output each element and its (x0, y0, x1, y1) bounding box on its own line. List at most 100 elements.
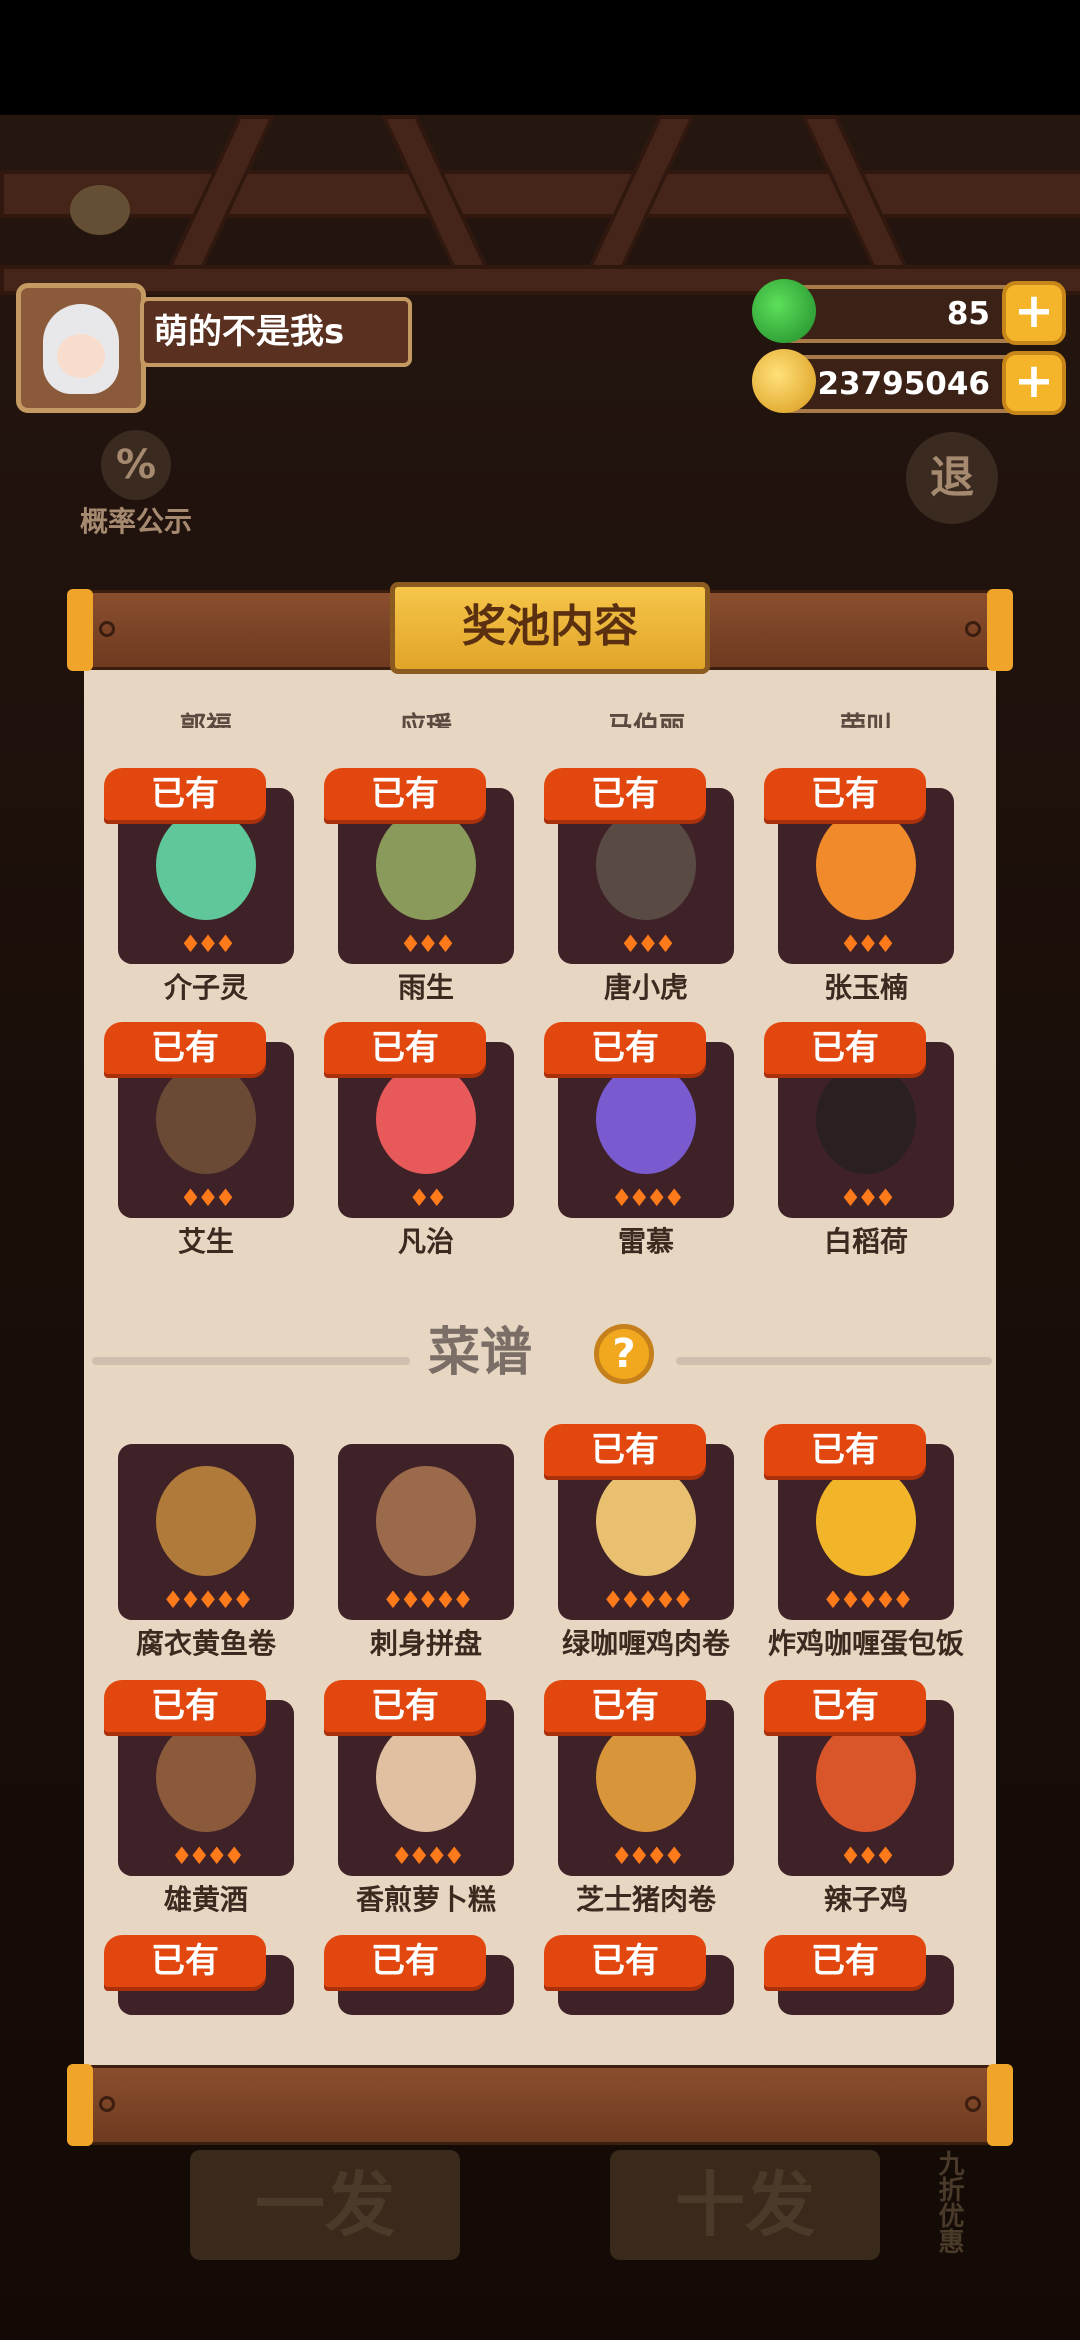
character-name: 白稻荷 (823, 1225, 908, 1258)
character-portrait (156, 810, 256, 920)
owned-badge: 已有 (324, 1680, 486, 1732)
recipe-portrait (816, 1722, 916, 1832)
recipe-portrait (156, 1466, 256, 1576)
character-cell[interactable]: ♦♦♦ 已有 张玉楠 (764, 768, 954, 1008)
flame-rating: ♦♦♦ (839, 930, 897, 958)
owned-badge: 已有 (324, 768, 486, 820)
character-portrait (816, 810, 916, 920)
cut-label: 应瑗 (399, 712, 452, 728)
flame-rating: ♦♦♦ (839, 1842, 897, 1870)
recipe-name: 腐衣黄鱼卷 (135, 1627, 276, 1660)
owned-badge: 已有 (544, 768, 706, 820)
owned-badge: 已有 (764, 1424, 926, 1476)
character-name: 雨生 (397, 971, 454, 1004)
cut-label-cell: 应瑗 (338, 712, 514, 736)
character-name: 凡治 (397, 1225, 454, 1258)
recipe-name: 芝士猪肉卷 (575, 1883, 716, 1916)
add-gems-button[interactable]: + (1002, 281, 1066, 345)
character-name: 唐小虎 (603, 971, 688, 1004)
gem-counter: 85 + (752, 279, 1066, 345)
character-portrait (816, 1064, 916, 1174)
owned-badge: 已有 (324, 1022, 486, 1074)
flame-rating: ♦♦♦♦♦ (822, 1586, 914, 1614)
character-cell[interactable]: ♦♦♦ 已有 介子灵 (104, 768, 294, 1008)
gem-icon (752, 279, 816, 343)
cut-label: 马伯丽 (606, 712, 685, 728)
character-portrait (376, 810, 476, 920)
owned-badge: 已有 (104, 1935, 266, 1987)
flame-rating: ♦♦♦♦ (170, 1842, 245, 1870)
recipe-cell[interactable]: ♦♦♦♦♦ 腐衣黄鱼卷 (118, 1424, 294, 1664)
flame-rating: ♦♦♦ (399, 930, 457, 958)
recipe-cell-partial[interactable]: 已有 (324, 1935, 514, 2015)
owned-badge: 已有 (544, 1424, 706, 1476)
flame-rating: ♦♦♦♦♦ (382, 1586, 474, 1614)
recipe-portrait (596, 1466, 696, 1576)
flame-rating: ♦♦♦♦♦ (162, 1586, 254, 1614)
owned-badge: 已有 (764, 1935, 926, 1987)
owned-badge: 已有 (544, 1680, 706, 1732)
recipe-portrait (376, 1722, 476, 1832)
recipe-name: 香煎萝卜糕 (355, 1883, 496, 1916)
recipe-section-title: 菜谱 (427, 1323, 532, 1383)
coin-icon (752, 349, 816, 413)
percent-icon: % (101, 430, 171, 500)
character-cell[interactable]: ♦♦♦ 已有唐小虎 (544, 768, 734, 1008)
recipe-cell[interactable]: ♦♦♦ 已有 辣子鸡 (764, 1680, 954, 1920)
flame-rating: ♦♦♦ (179, 1184, 237, 1212)
cut-label: 荣叫 (839, 712, 892, 728)
flame-rating: ♦♦ (408, 1184, 447, 1212)
recipe-name: 绿咖喱鸡肉卷 (561, 1627, 730, 1660)
player-name: 萌的不是我s (140, 297, 412, 367)
recipe-name: 雄黄酒 (163, 1883, 248, 1916)
panel-title: 奖池内容 (390, 582, 710, 674)
recipe-help-button[interactable]: ? (594, 1324, 654, 1384)
recipe-cell-partial[interactable]: 已有 (544, 1935, 734, 2015)
add-coins-button[interactable]: + (1002, 351, 1066, 415)
character-portrait (596, 810, 696, 920)
gem-amount: 85 (946, 296, 990, 332)
coin-amount: 23795046 (817, 366, 990, 402)
recipe-name: 刺身拼盘 (369, 1627, 482, 1660)
owned-badge: 已有 (544, 1022, 706, 1074)
flame-rating: ♦♦♦ (619, 930, 677, 958)
discount-tag: 九折优惠 (934, 2150, 964, 2254)
recipe-cell[interactable]: ♦♦♦♦♦ 已有 绿咖喱鸡肉卷 (544, 1424, 734, 1664)
cut-label-cell: 马伯丽 (558, 712, 734, 736)
prize-pool-panel: 郭福 应瑗 马伯丽 荣叫 ♦♦♦ 已有 介子灵 ♦♦♦ 已有 雨生 ♦♦♦ 已有 唐小虎 ♦♦♦ 已… (84, 660, 996, 2070)
player-avatar[interactable] (16, 283, 146, 413)
exit-button[interactable]: 退 (906, 432, 998, 524)
recipe-name: 辣子鸡 (823, 1883, 908, 1916)
recipe-cell[interactable]: ♦♦♦♦♦ 刺身拼盘 (338, 1424, 514, 1664)
owned-badge: 已有 (104, 1022, 266, 1074)
character-portrait (596, 1064, 696, 1174)
flame-rating: ♦♦♦ (839, 1184, 897, 1212)
scroll-bottom-rod (67, 2064, 1013, 2146)
character-cell[interactable]: ♦♦♦ 已有 艾生 (104, 1022, 294, 1262)
probability-button[interactable]: % 概率公示 (76, 430, 196, 540)
flame-rating: ♦♦♦♦ (610, 1842, 685, 1870)
recipe-cell[interactable]: ♦♦♦♦ 已有 香煎萝卜糕 (324, 1680, 514, 1920)
recipe-card: ♦♦♦♦♦ (118, 1444, 294, 1620)
recipe-cell[interactable]: ♦♦♦♦ 已有芝士猪肉卷 (544, 1680, 734, 1920)
character-name: 张玉楠 (823, 971, 908, 1004)
recipe-portrait (596, 1722, 696, 1832)
character-cell[interactable]: ♦♦♦♦ 已有 雷慕 (544, 1022, 734, 1262)
coin-counter: 23795046 + (752, 349, 1066, 415)
owned-badge: 已有 (544, 1935, 706, 1987)
recipe-cell-partial[interactable]: 已有 (764, 1935, 954, 2015)
recipe-cell[interactable]: ♦♦♦♦♦ 已有 炸鸡咖喱蛋包饭 (764, 1424, 964, 1664)
owned-badge: 已有 (764, 1022, 926, 1074)
flame-rating: ♦♦♦♦ (610, 1184, 685, 1212)
cut-label-cell: 荣叫 (778, 712, 954, 736)
character-cell[interactable]: ♦♦ 已有凡治 (324, 1022, 514, 1262)
probability-label: 概率公示 (79, 505, 192, 538)
single-draw-button[interactable]: 一发 (190, 2150, 460, 2260)
character-cell[interactable]: ♦♦♦ 已有白稻荷 (764, 1022, 954, 1262)
ten-draw-button[interactable]: 十发 (610, 2150, 880, 2260)
recipe-cell[interactable]: ♦♦♦♦ 已有 雄黄酒 (104, 1680, 294, 1920)
recipe-cell-partial[interactable]: 已有 (104, 1935, 294, 2015)
recipe-portrait (816, 1466, 916, 1576)
character-cell[interactable]: ♦♦♦ 已有雨生 (324, 768, 514, 1008)
owned-badge: 已有 (324, 1935, 486, 1987)
